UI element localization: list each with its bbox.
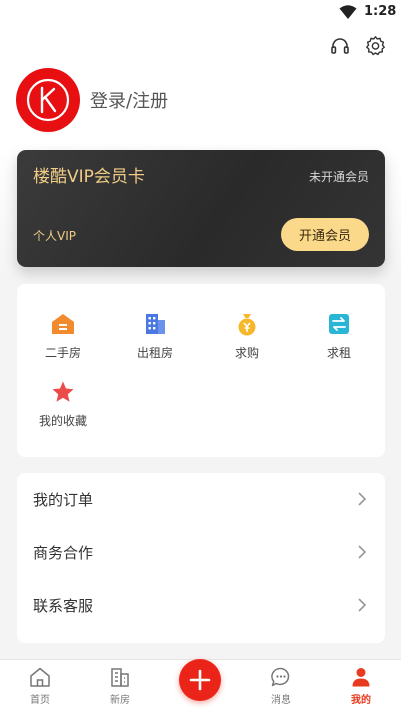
vip-section: 楼酷VIP会员卡 未开通会员 个人VIP 开通会员 <box>0 150 401 284</box>
vip-status: 未开通会员 <box>308 170 369 184</box>
open-membership-button[interactable]: 开通会员 <box>281 218 369 251</box>
tab-messages[interactable]: 消息 <box>251 660 311 710</box>
chevron-right-icon <box>358 598 367 612</box>
status-bar: 1:28 <box>0 0 401 26</box>
swap-icon <box>329 314 349 334</box>
service-rental-house[interactable]: 出租房 <box>111 312 199 372</box>
menu-item-business-cooperation[interactable]: 商务合作 <box>17 526 385 579</box>
login-register-link[interactable]: 登录/注册 <box>90 87 168 113</box>
service-my-favorites[interactable]: 我的收藏 <box>19 380 107 440</box>
vip-card[interactable]: 楼酷VIP会员卡 未开通会员 个人VIP 开通会员 <box>17 150 385 267</box>
plus-icon <box>189 669 211 691</box>
chevron-right-icon <box>358 492 367 506</box>
tab-mine[interactable]: 我的 <box>331 660 391 710</box>
menu-item-my-orders[interactable]: 我的订单 <box>17 473 385 526</box>
star-icon <box>52 381 74 402</box>
money-bag-icon <box>238 314 256 336</box>
menu-item-contact-service[interactable]: 联系客服 <box>17 579 385 632</box>
person-icon <box>352 668 370 687</box>
tab-home[interactable]: 首页 <box>10 660 70 710</box>
building-icon <box>146 314 165 334</box>
services-grid: 二手房 出租房 求购 求租 我的收藏 <box>17 284 385 457</box>
message-icon <box>271 667 290 687</box>
settings-gear-icon[interactable] <box>365 35 386 56</box>
avatar[interactable] <box>16 68 80 132</box>
tab-new-house[interactable]: 新房 <box>90 660 150 710</box>
new-building-icon <box>111 668 129 687</box>
menu-list: 我的订单 商务合作 联系客服 <box>17 473 385 643</box>
status-time: 1:28 <box>364 4 397 19</box>
vip-card-title: 楼酷VIP会员卡 <box>33 167 145 187</box>
headset-icon[interactable] <box>330 36 350 56</box>
home-icon <box>30 667 50 687</box>
wifi-icon <box>339 5 357 19</box>
service-want-to-buy[interactable]: 求购 <box>203 312 291 372</box>
service-want-to-rent[interactable]: 求租 <box>295 312 383 372</box>
house-icon <box>52 314 74 334</box>
profile-header: 登录/注册 <box>0 26 401 151</box>
logo-icon <box>26 78 70 122</box>
chevron-right-icon <box>358 545 367 559</box>
add-post-button[interactable] <box>179 659 221 701</box>
vip-type: 个人VIP <box>33 229 76 243</box>
service-second-hand-house[interactable]: 二手房 <box>19 312 107 372</box>
